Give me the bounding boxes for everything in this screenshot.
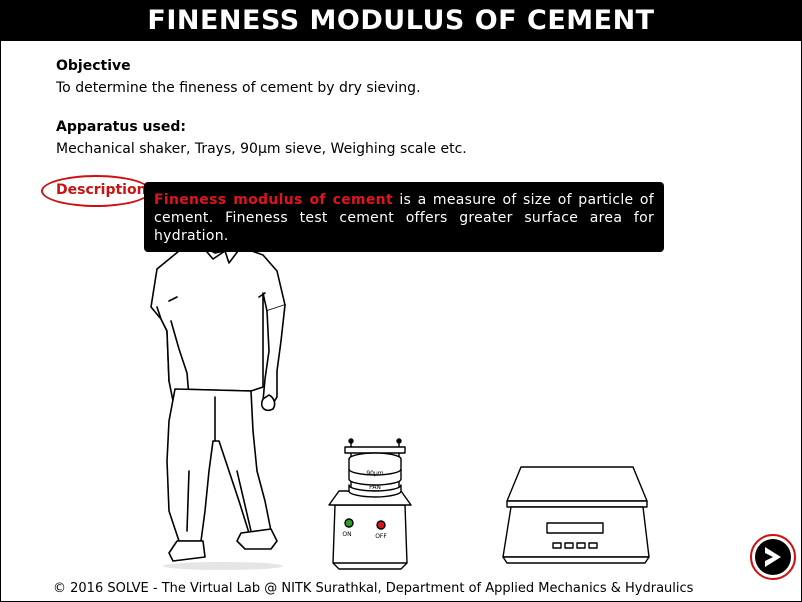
off-label: OFF bbox=[375, 533, 387, 540]
description-link[interactable]: Description bbox=[56, 182, 147, 198]
tooltip-highlight: Fineness modulus of cement bbox=[154, 192, 393, 208]
apparatus-illustration: 90µm PAN ON OFF bbox=[150, 222, 650, 570]
sieve-shaker bbox=[328, 438, 412, 570]
sieve-label: 90µm bbox=[366, 470, 383, 477]
person-figure bbox=[150, 222, 286, 570]
lab-frame: FINENESS MODULUS OF CEMENT Objective To … bbox=[0, 0, 802, 602]
next-arrow-icon bbox=[755, 539, 791, 575]
next-button[interactable] bbox=[750, 534, 796, 580]
weighing-scale bbox=[502, 466, 650, 564]
on-label: ON bbox=[342, 531, 351, 538]
footer-copyright: © 2016 SOLVE - The Virtual Lab @ NITK Su… bbox=[53, 581, 694, 596]
description-tooltip: Fineness modulus of cement is a measure … bbox=[144, 182, 664, 252]
pan-label: PAN bbox=[369, 484, 381, 491]
